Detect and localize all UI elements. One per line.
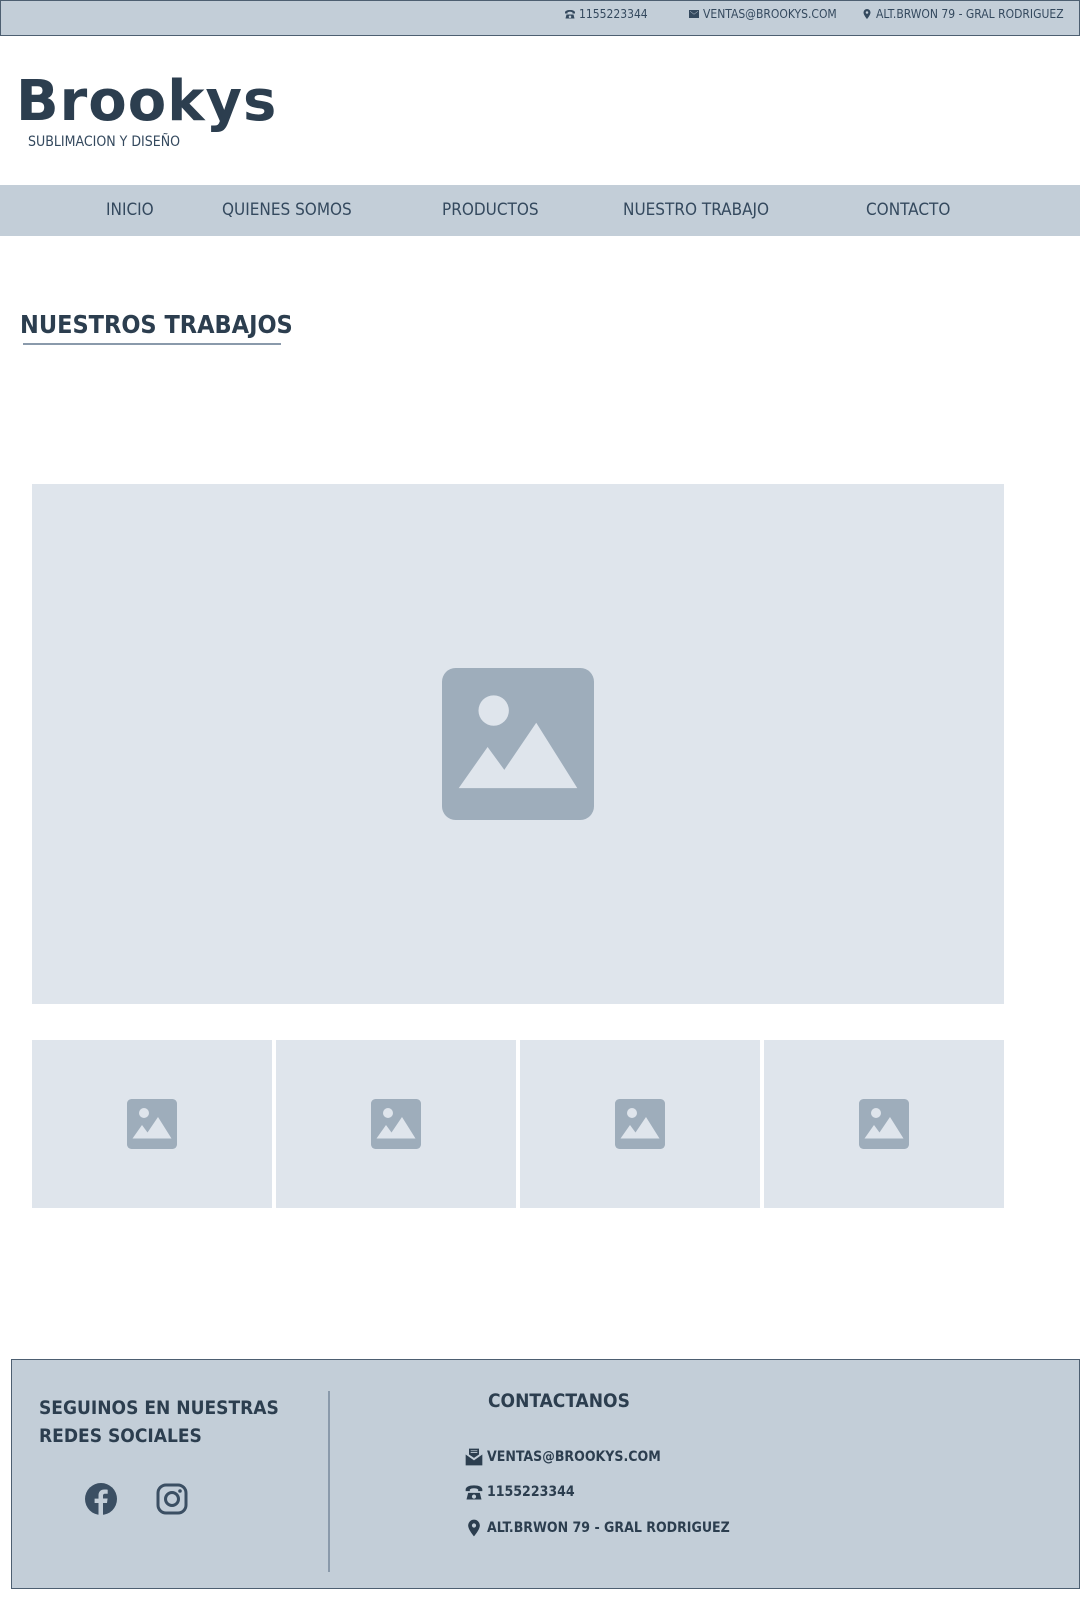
- phone-icon: [565, 10, 575, 19]
- topbar-address-text: ALT.BRWON 79 - GRAL RODRIGUEZ: [876, 7, 1064, 21]
- location-pin-icon: [468, 1519, 480, 1537]
- site-footer: SEGUINOS EN NUESTRAS REDES SOCIALES CONT…: [11, 1359, 1080, 1589]
- nav-item-nuestro-trabajo[interactable]: NUESTRO TRABAJO: [623, 200, 769, 220]
- gallery-thumbnail[interactable]: [32, 1040, 272, 1208]
- nav-item-quienes-somos[interactable]: QUIENES SOMOS: [222, 200, 352, 220]
- main-navigation: INICIO QUIENES SOMOS PRODUCTOS NUESTRO T…: [0, 185, 1080, 236]
- footer-phone[interactable]: 1155223344: [464, 1482, 575, 1502]
- site-logo[interactable]: Brookys SUBLIMACION Y DISEÑO: [16, 66, 278, 150]
- nav-item-inicio[interactable]: INICIO: [106, 200, 154, 220]
- footer-address: ALT.BRWON 79 - GRAL RODRIGUEZ: [464, 1518, 730, 1538]
- mail-icon: [465, 1448, 483, 1466]
- footer-divider: [328, 1391, 330, 1572]
- instagram-link[interactable]: [155, 1482, 189, 1516]
- page-title: NUESTROS TRABAJOS: [20, 310, 293, 339]
- topbar-email[interactable]: VENTAS@BROOKYS.COM: [688, 7, 837, 21]
- topbar-email-text: VENTAS@BROOKYS.COM: [703, 7, 837, 21]
- title-underline: [23, 343, 281, 345]
- image-placeholder-icon: [859, 1099, 909, 1149]
- nav-item-productos[interactable]: PRODUCTOS: [442, 200, 539, 220]
- nav-item-contacto[interactable]: CONTACTO: [866, 200, 950, 220]
- facebook-link[interactable]: [84, 1482, 118, 1516]
- gallery-thumbnail[interactable]: [276, 1040, 516, 1208]
- mail-icon: [689, 10, 699, 18]
- social-title-line2: REDES SOCIALES: [39, 1425, 202, 1447]
- instagram-icon: [156, 1483, 188, 1515]
- logo-title: Brookys: [16, 69, 278, 134]
- social-title-line1: SEGUINOS EN NUESTRAS: [39, 1397, 279, 1419]
- image-placeholder-icon: [371, 1099, 421, 1149]
- logo-subtitle: SUBLIMACION Y DISEÑO: [28, 134, 181, 150]
- footer-phone-text: 1155223344: [487, 1484, 575, 1500]
- location-pin-icon: [863, 9, 871, 19]
- top-contact-bar: 1155223344 VENTAS@BROOKYS.COM ALT.BRWON …: [0, 0, 1080, 36]
- topbar-phone-text: 1155223344: [579, 7, 648, 21]
- image-placeholder-icon: [442, 668, 594, 820]
- main-gallery-image[interactable]: [32, 484, 1004, 1004]
- footer-email[interactable]: VENTAS@BROOKYS.COM: [464, 1447, 661, 1467]
- contact-section-title: CONTACTANOS: [488, 1390, 630, 1412]
- footer-address-text: ALT.BRWON 79 - GRAL RODRIGUEZ: [487, 1520, 730, 1536]
- image-placeholder-icon: [127, 1099, 177, 1149]
- phone-icon: [465, 1485, 483, 1500]
- footer-email-text: VENTAS@BROOKYS.COM: [487, 1449, 661, 1465]
- topbar-phone[interactable]: 1155223344: [564, 7, 648, 21]
- image-placeholder-icon: [615, 1099, 665, 1149]
- social-section-title: SEGUINOS EN NUESTRAS REDES SOCIALES: [39, 1394, 279, 1450]
- gallery-thumbnail[interactable]: [520, 1040, 760, 1208]
- gallery-thumbnail[interactable]: [764, 1040, 1004, 1208]
- topbar-address: ALT.BRWON 79 - GRAL RODRIGUEZ: [861, 7, 1064, 21]
- facebook-icon: [85, 1483, 117, 1516]
